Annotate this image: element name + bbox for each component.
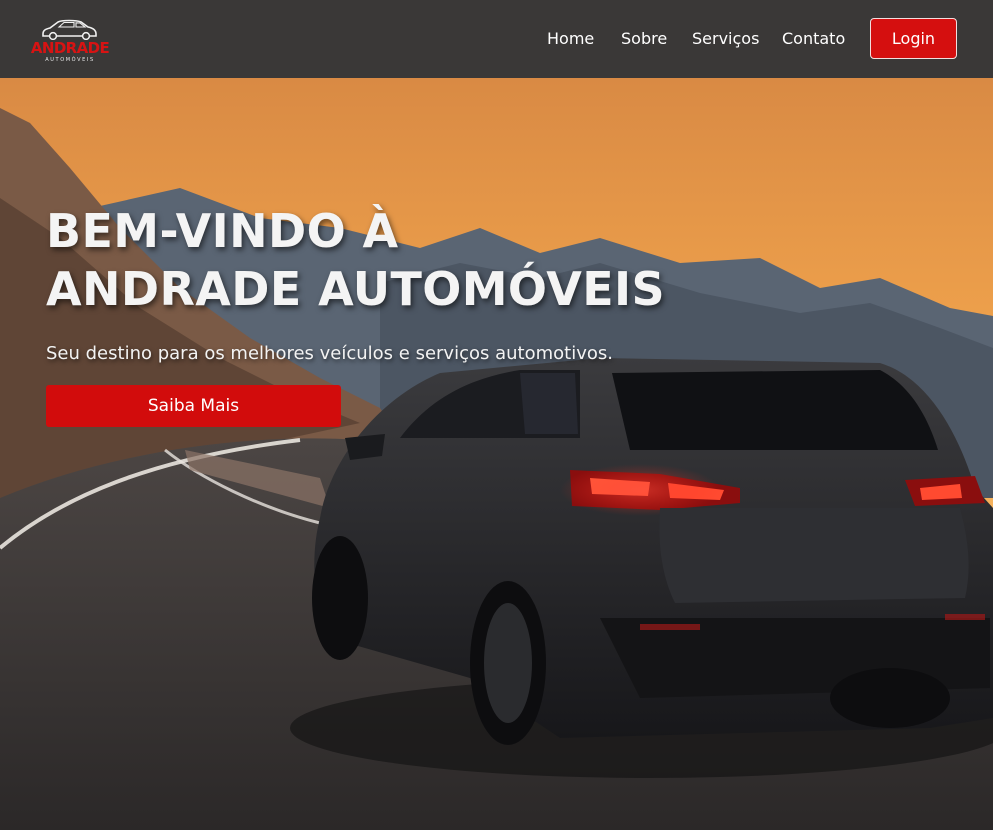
nav-link-sobre[interactable]: Sobre xyxy=(621,28,667,50)
main-nav: Home Sobre Serviços Contato xyxy=(0,28,993,50)
brand-tagline: AUTOMÓVEIS xyxy=(45,57,95,63)
saiba-mais-button[interactable]: Saiba Mais xyxy=(46,385,341,427)
hero-title-line-1: BEM-VINDO À xyxy=(46,204,399,258)
nav-link-home[interactable]: Home xyxy=(547,28,594,50)
login-button[interactable]: Login xyxy=(870,18,957,59)
nav-link-contato[interactable]: Contato xyxy=(782,28,845,50)
hero-title-line-2: ANDRADE AUTOMÓVEIS xyxy=(46,262,666,316)
hero-background-image xyxy=(0,78,993,830)
page: ANDRADE AUTOMÓVEIS Home Sobre Serviços C… xyxy=(0,0,993,830)
hero-subtitle: Seu destino para os melhores veículos e … xyxy=(46,343,613,364)
hero-title: BEM-VINDO À ANDRADE AUTOMÓVEIS xyxy=(46,202,766,318)
site-header: ANDRADE AUTOMÓVEIS Home Sobre Serviços C… xyxy=(0,0,993,78)
nav-link-servicos[interactable]: Serviços xyxy=(692,28,759,50)
hero-section: BEM-VINDO À ANDRADE AUTOMÓVEIS Seu desti… xyxy=(0,78,993,830)
